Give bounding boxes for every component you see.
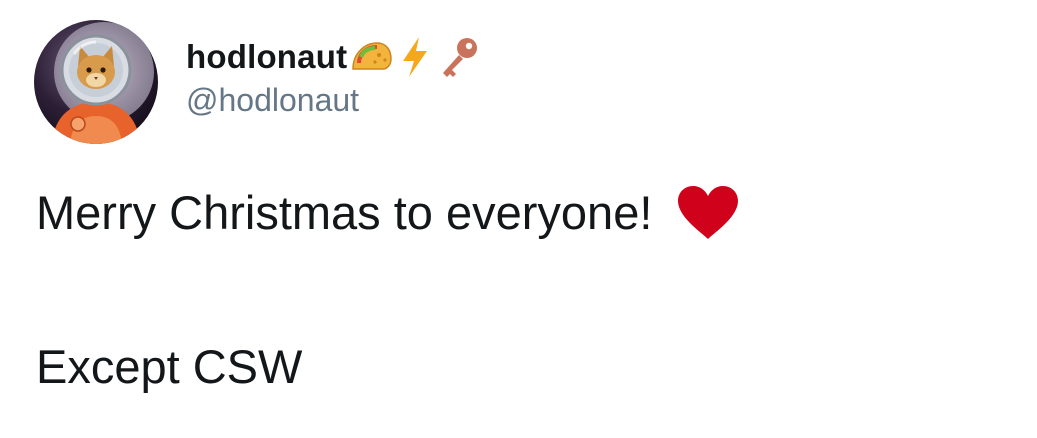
display-name[interactable]: hodlonaut <box>186 38 347 76</box>
tweet-line-text: Except CSW <box>36 340 303 393</box>
tweet-line-text: Merry Christmas to everyone! <box>36 186 653 239</box>
tweet-line: Except CSW <box>36 334 1026 400</box>
heart-icon <box>676 185 740 241</box>
user-handle[interactable]: @hodlonaut <box>186 82 359 119</box>
key-icon <box>437 35 481 79</box>
avatar[interactable] <box>34 20 158 144</box>
astronaut-cat-avatar-icon <box>34 20 158 144</box>
taco-icon <box>349 35 393 79</box>
lightning-icon <box>395 35 435 79</box>
display-name-row[interactable]: hodlonaut <box>186 32 481 82</box>
tweet-card: hodlonaut @hodlonaut Merry Christmas to … <box>0 0 1037 438</box>
tweet-text: Merry Christmas to everyone! Except CSW <box>36 180 1026 400</box>
tweet-line: Merry Christmas to everyone! <box>36 180 1026 246</box>
